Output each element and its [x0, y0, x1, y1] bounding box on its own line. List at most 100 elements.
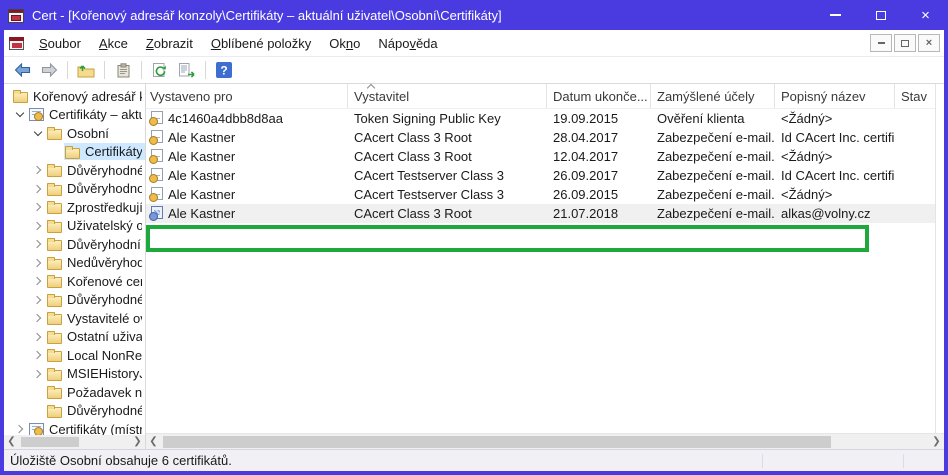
chevron-right-icon[interactable] — [30, 334, 46, 340]
chevron-right-icon[interactable] — [30, 278, 46, 284]
tree-item-duveryhodne-zarizeni[interactable]: Důvěryhodné — [4, 402, 145, 421]
certificate-icon — [150, 149, 163, 164]
close-icon: × — [926, 38, 932, 49]
scroll-left-arrow-icon[interactable]: ❮ — [146, 434, 161, 450]
minimize-icon — [830, 14, 841, 16]
status-divider — [762, 454, 763, 468]
certificate-icon — [150, 168, 163, 183]
folder-icon — [47, 314, 62, 325]
child-restore-button[interactable] — [894, 34, 916, 52]
maximize-button[interactable] — [858, 0, 903, 30]
tree-item-duveryhodni-vydavatele[interactable]: Důvěryhodní v — [4, 235, 145, 254]
cell-expiration: 28.04.2017 — [547, 128, 651, 147]
console-tree-panel: Kořenový adresář kon Certifikáty – aktuá… — [4, 84, 146, 449]
certificate-row[interactable]: 4c1460a4dbb8d8aa Token Signing Public Ke… — [146, 109, 944, 128]
tree-item-label: Důvěryhodní v — [67, 237, 142, 252]
chevron-right-icon[interactable] — [30, 223, 46, 229]
help-icon: ? — [216, 62, 232, 78]
tree-item-label: Kořenové certi — [67, 274, 142, 289]
chevron-right-icon[interactable] — [30, 297, 46, 303]
column-header-vystavitel[interactable]: Vystavitel — [348, 84, 547, 108]
menu-okno[interactable]: Okno — [321, 32, 368, 55]
child-minimize-button[interactable] — [870, 34, 892, 52]
menu-akce[interactable]: Akce — [91, 32, 136, 55]
up-one-level-button[interactable] — [74, 59, 98, 81]
tree-item-label: Požadavek na — [67, 385, 142, 400]
forward-button[interactable] — [37, 59, 61, 81]
tree-horizontal-scrollbar[interactable]: ❮ ❯ — [4, 435, 145, 449]
chevron-right-icon[interactable] — [30, 241, 46, 247]
certificate-row[interactable]: Ale Kastner CAcert Testserver Class 3 26… — [146, 166, 944, 185]
tree-item-pozadavek-na-zapis[interactable]: Požadavek na — [4, 383, 145, 402]
chevron-right-icon[interactable] — [30, 186, 46, 192]
tree-item-certifikaty-aktualni-uzivatel[interactable]: Certifikáty – aktuá — [4, 106, 145, 125]
cell-friendly-name: <Žádný> — [775, 185, 895, 204]
scroll-right-arrow-icon[interactable]: ❯ — [130, 435, 145, 449]
back-button[interactable] — [10, 59, 34, 81]
chevron-right-icon[interactable] — [30, 167, 46, 173]
tree-item-duveryhodne-korenove[interactable]: Důvěryhodné k — [4, 161, 145, 180]
scrollbar-thumb[interactable] — [163, 436, 831, 448]
tree-item-certifikaty-mistni-pocitac[interactable]: Certifikáty (místní — [4, 420, 145, 435]
menu-napoveda[interactable]: Nápověda — [370, 32, 445, 55]
chevron-right-icon[interactable] — [30, 315, 46, 321]
tree-item-zprostredkujici[interactable]: Zprostředkujíc — [4, 198, 145, 217]
help-button[interactable]: ? — [212, 59, 236, 81]
chevron-right-icon[interactable] — [30, 260, 46, 266]
cell-issued-by: CAcert Class 3 Root — [348, 128, 547, 147]
cell-expiration: 12.04.2017 — [547, 147, 651, 166]
chevron-down-icon[interactable] — [12, 110, 28, 119]
tree-items: Kořenový adresář kon Certifikáty – aktuá… — [4, 84, 145, 435]
chevron-right-icon[interactable] — [12, 426, 28, 432]
tree-item-label: Local NonRem — [67, 348, 142, 363]
column-header-vystaveno-pro[interactable]: Vystaveno pro — [146, 84, 348, 108]
menu-zobrazit[interactable]: Zobrazit — [138, 32, 201, 55]
column-header-datum-ukonceni[interactable]: Datum ukonče... — [547, 84, 651, 108]
close-button[interactable]: × — [903, 0, 948, 30]
export-list-button[interactable] — [175, 59, 199, 81]
chevron-right-icon[interactable] — [30, 352, 46, 358]
scroll-left-arrow-icon[interactable]: ❮ — [4, 435, 19, 449]
certificate-row-selected[interactable]: Ale Kastner CAcert Class 3 Root 21.07.20… — [146, 204, 944, 223]
certificate-row[interactable]: Ale Kastner CAcert Class 3 Root 12.04.20… — [146, 147, 944, 166]
chevron-down-icon[interactable] — [30, 129, 46, 138]
certificate-icon — [150, 187, 163, 202]
minimize-button[interactable] — [813, 0, 858, 30]
cell-expiration: 21.07.2018 — [547, 204, 651, 223]
column-header-zamyslene-ucely[interactable]: Zamýšlené účely — [651, 84, 775, 108]
child-close-button[interactable]: × — [918, 34, 940, 52]
scroll-right-arrow-icon[interactable]: ❯ — [929, 434, 944, 450]
tree-item-ostatni-uzivatele[interactable]: Ostatní uživate — [4, 328, 145, 347]
list-horizontal-scrollbar[interactable]: ❮ ❯ — [146, 433, 944, 449]
folder-icon — [47, 351, 62, 362]
folder-up-icon — [77, 63, 95, 78]
properties-button[interactable] — [111, 59, 135, 81]
refresh-button[interactable] — [148, 59, 172, 81]
tree-item-msiehistoryjournal[interactable]: MSIEHistoryJo — [4, 365, 145, 384]
tree-item-certifikaty[interactable]: Certifikáty — [4, 143, 145, 162]
tree-item-duveryhodnost[interactable]: Důvěryhodnos — [4, 180, 145, 199]
chevron-right-icon[interactable] — [30, 204, 46, 210]
folder-icon — [47, 407, 62, 418]
annotation-highlight — [146, 225, 869, 252]
menu-oblibene-polozky[interactable]: Oblíbené položky — [203, 32, 319, 55]
cell-issued-by: CAcert Class 3 Root — [348, 147, 547, 166]
tree-item-duveryhodne-osoby[interactable]: Důvěryhodné o — [4, 291, 145, 310]
tree-item-neduveryhodne[interactable]: Nedůvěryhodn — [4, 254, 145, 273]
certificate-row[interactable]: Ale Kastner CAcert Testserver Class 3 26… — [146, 185, 944, 204]
certificate-row[interactable]: Ale Kastner CAcert Class 3 Root 28.04.20… — [146, 128, 944, 147]
tree-item-korenove-certifikacni[interactable]: Kořenové certi — [4, 272, 145, 291]
tree-item-osobni[interactable]: Osobní — [4, 124, 145, 143]
column-header-popisny-nazev[interactable]: Popisný název — [775, 84, 895, 108]
menu-soubor[interactable]: Soubor — [31, 32, 89, 55]
tree-item-vystavitele-overeni[interactable]: Vystavitelé ově — [4, 309, 145, 328]
tree-item-uzivatelsky-objekt[interactable]: Uživatelský obj — [4, 217, 145, 236]
tree-item-korenovy-adresar[interactable]: Kořenový adresář kon — [4, 87, 145, 106]
tree-item-label: Důvěryhodné k — [67, 163, 142, 178]
titlebar: Cert - [Kořenový adresář konzoly\Certifi… — [0, 0, 948, 30]
scrollbar-thumb[interactable] — [21, 437, 79, 447]
chevron-right-icon[interactable] — [30, 371, 46, 377]
tree-item-local-nonremovable[interactable]: Local NonRem — [4, 346, 145, 365]
list-vertical-scroll-track[interactable] — [935, 84, 944, 433]
statusbar: Úložiště Osobní obsahuje 6 certifikátů. — [4, 449, 944, 471]
